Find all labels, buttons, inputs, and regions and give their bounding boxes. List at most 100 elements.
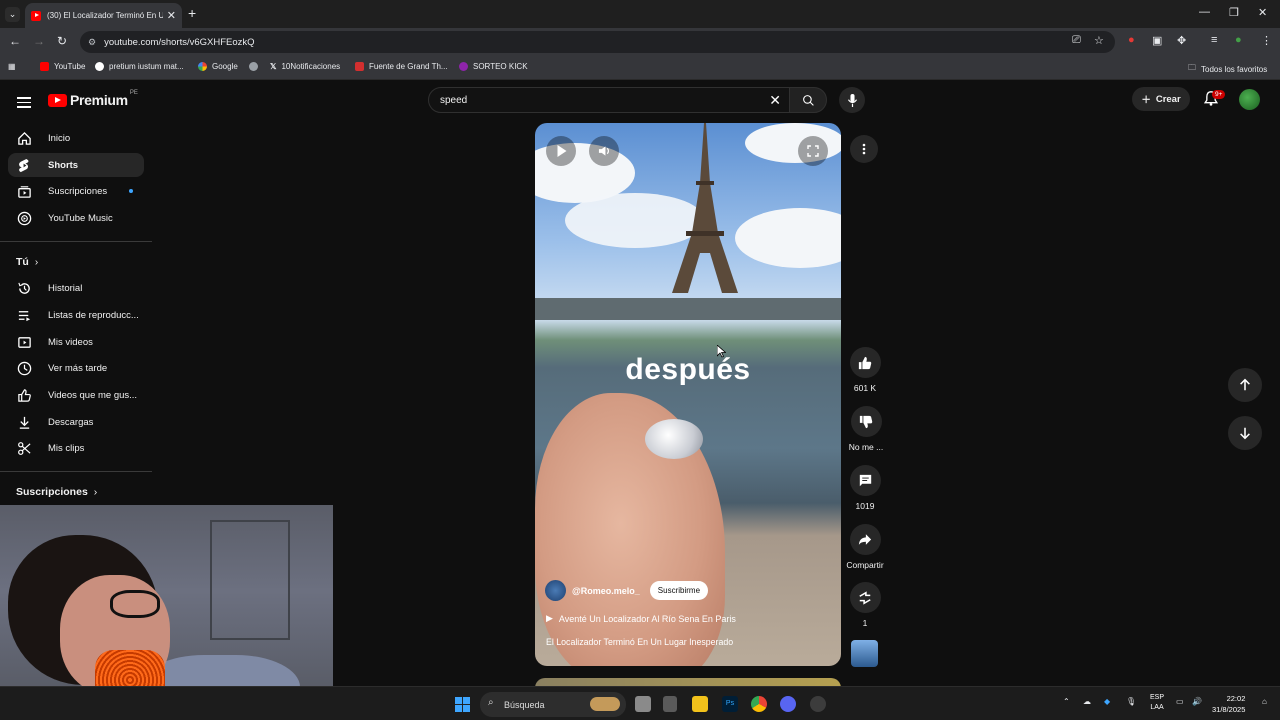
notification-center-icon[interactable]: ⌂ (1262, 697, 1267, 706)
close-tab-icon[interactable]: ✕ (167, 9, 176, 22)
notifications-badge: 9+ (1212, 90, 1226, 99)
bookmark-star-icon[interactable]: ☆ (1094, 34, 1104, 47)
new-tab-button[interactable]: + (188, 5, 196, 21)
site-info-icon[interactable]: ⚙ (88, 37, 96, 48)
chrome-menu-icon[interactable]: ⋮ (1261, 34, 1272, 47)
sidebar-item-inicio[interactable]: Inicio (8, 126, 144, 150)
share-button[interactable]: Compartir (842, 524, 888, 570)
windows-start-icon[interactable] (455, 697, 470, 712)
font-icon (355, 62, 364, 71)
search-input[interactable]: speed ✕ (428, 87, 790, 113)
play-button[interactable] (546, 136, 576, 166)
bookmark-notifications[interactable]: 𝕏 10Notificaciones (270, 62, 340, 71)
comments-button[interactable]: 1019 (847, 465, 883, 511)
video-title-row[interactable]: ▶ Aventé Un Localizador Al Río Sena En P… (546, 613, 736, 624)
download-icon (19, 416, 30, 429)
volume-button[interactable] (589, 136, 619, 166)
sidebar-item-historial[interactable]: Historial (8, 276, 144, 300)
media-controls-icon[interactable]: ≡ (1211, 34, 1217, 46)
microphone-tray-icon[interactable]: 🎙 (1126, 697, 1136, 706)
onedrive-icon[interactable]: ☁ (1083, 697, 1091, 706)
audio-source-thumbnail[interactable] (851, 640, 878, 667)
clear-search-icon[interactable]: ✕ (769, 92, 781, 109)
extensions-puzzle-icon[interactable]: ✥ (1177, 34, 1186, 47)
bookmark-pretium[interactable]: pretium iustum mat... (95, 62, 184, 71)
security-icon[interactable]: ◆ (1104, 697, 1110, 706)
sidebar-subscriptions-header[interactable]: Suscripciones › (16, 486, 97, 498)
previous-short-button[interactable] (1228, 368, 1262, 402)
comment-icon (859, 474, 871, 487)
create-button[interactable]: ＋ Crear (1132, 87, 1190, 111)
sidebar-item-descargas[interactable]: Descargas (8, 410, 144, 434)
sidebar-item-listas[interactable]: Listas de reproducc... (8, 303, 144, 327)
app-icon[interactable] (663, 696, 677, 712)
liked-icon (18, 389, 31, 402)
video-description[interactable]: El Localizador Terminó En Un Lugar Inesp… (546, 637, 733, 647)
hamburger-menu-icon[interactable] (17, 94, 31, 111)
channel-avatar[interactable] (545, 580, 566, 601)
x-logo-icon: 𝕏 (270, 62, 277, 71)
search-icon (802, 94, 814, 106)
like-button[interactable]: 601 K (847, 347, 883, 393)
fullscreen-button[interactable] (798, 136, 828, 166)
extension-red-icon[interactable]: ● (1128, 34, 1135, 46)
search-button[interactable] (789, 87, 827, 113)
thumbs-down-icon (859, 415, 873, 428)
sidebar-item-suscripciones[interactable]: Suscripciones (8, 179, 144, 203)
photoshop-icon[interactable]: Ps (722, 696, 738, 712)
taskbar-search[interactable]: ⌕ Búsqueda (480, 692, 626, 717)
restore-icon[interactable]: ❐ (1229, 6, 1239, 19)
bookmark-sorteo-kick[interactable]: SORTEO KICK (459, 62, 528, 71)
extension-icon[interactable]: ▣ (1152, 34, 1162, 47)
sidebar-item-mis-clips[interactable]: Mis clips (8, 436, 144, 460)
minimize-icon[interactable]: — (1199, 6, 1210, 18)
bookmark-grand-theft[interactable]: Fuente de Grand Th... (355, 62, 448, 71)
shorts-video-player[interactable]: después @Romeo.melo_ Suscribirme ▶ Avent… (535, 123, 841, 666)
network-icon[interactable]: ▭ (1176, 697, 1184, 706)
forward-icon[interactable]: → (33, 34, 45, 48)
reload-icon[interactable]: ↻ (57, 34, 67, 48)
voice-search-button[interactable] (839, 87, 865, 113)
sidebar-item-youtube-music[interactable]: YouTube Music (8, 206, 144, 230)
chrome-icon[interactable] (751, 696, 767, 712)
browser-tab[interactable]: (30) El Localizador Terminó En U ✕ (25, 3, 182, 28)
address-bar[interactable]: ⚙ youtube.com/shorts/v6GXHFEozkQ (80, 31, 1115, 53)
tab-search-button[interactable]: ⌄ (5, 7, 20, 22)
tray-overflow-icon[interactable]: ⌃ (1063, 697, 1070, 706)
sidebar-item-mis-videos[interactable]: Mis videos (8, 330, 144, 354)
arrow-down-icon (1240, 427, 1250, 440)
clock[interactable]: 22:02 31/8/2025 (1212, 693, 1245, 715)
channel-name[interactable]: @Romeo.melo_ (572, 586, 640, 596)
youtube-premium-logo[interactable]: Premium PE (48, 90, 138, 108)
apps-grid-icon[interactable]: ▦ (8, 62, 16, 71)
bookmark-youtube[interactable]: YouTube (40, 62, 85, 71)
more-options-button[interactable] (850, 135, 878, 163)
my-videos-icon (18, 337, 31, 348)
profile-avatar-icon[interactable]: ● (1235, 34, 1242, 46)
bookmark-globe[interactable] (249, 62, 263, 71)
volume-tray-icon[interactable]: 🔊 (1192, 697, 1202, 706)
sidebar-item-videos-me-gustan[interactable]: Videos que me gus... (8, 383, 144, 407)
input-language[interactable]: ESP LAA (1150, 693, 1164, 713)
all-bookmarks[interactable]: 🗀 Todos los favoritos (1188, 62, 1267, 76)
discord-icon[interactable] (780, 696, 796, 712)
mouse-cursor-icon (717, 345, 726, 358)
app-icon[interactable] (810, 696, 826, 712)
kick-icon (459, 62, 468, 71)
subscribe-button[interactable]: Suscribirme (649, 581, 709, 600)
back-icon[interactable]: ← (9, 34, 21, 48)
next-short-button[interactable] (1228, 416, 1262, 450)
person-glasses (110, 590, 160, 618)
account-avatar[interactable] (1239, 89, 1260, 110)
sidebar-you-header[interactable]: Tú › (16, 256, 38, 268)
close-window-icon[interactable]: ✕ (1258, 6, 1267, 19)
file-explorer-icon[interactable] (692, 696, 708, 712)
dislike-button[interactable]: No me ... (846, 406, 886, 452)
task-view-icon[interactable] (635, 696, 651, 712)
sidebar-item-ver-mas-tarde[interactable]: Ver más tarde (8, 356, 144, 380)
install-app-icon[interactable]: ⎚ (1072, 34, 1081, 47)
tab-strip: ⌄ (30) El Localizador Terminó En U ✕ + —… (0, 0, 1280, 28)
sidebar-item-shorts[interactable]: Shorts (8, 153, 144, 177)
bookmark-google[interactable]: Google (198, 62, 238, 71)
remix-button[interactable]: 1 (847, 582, 883, 628)
